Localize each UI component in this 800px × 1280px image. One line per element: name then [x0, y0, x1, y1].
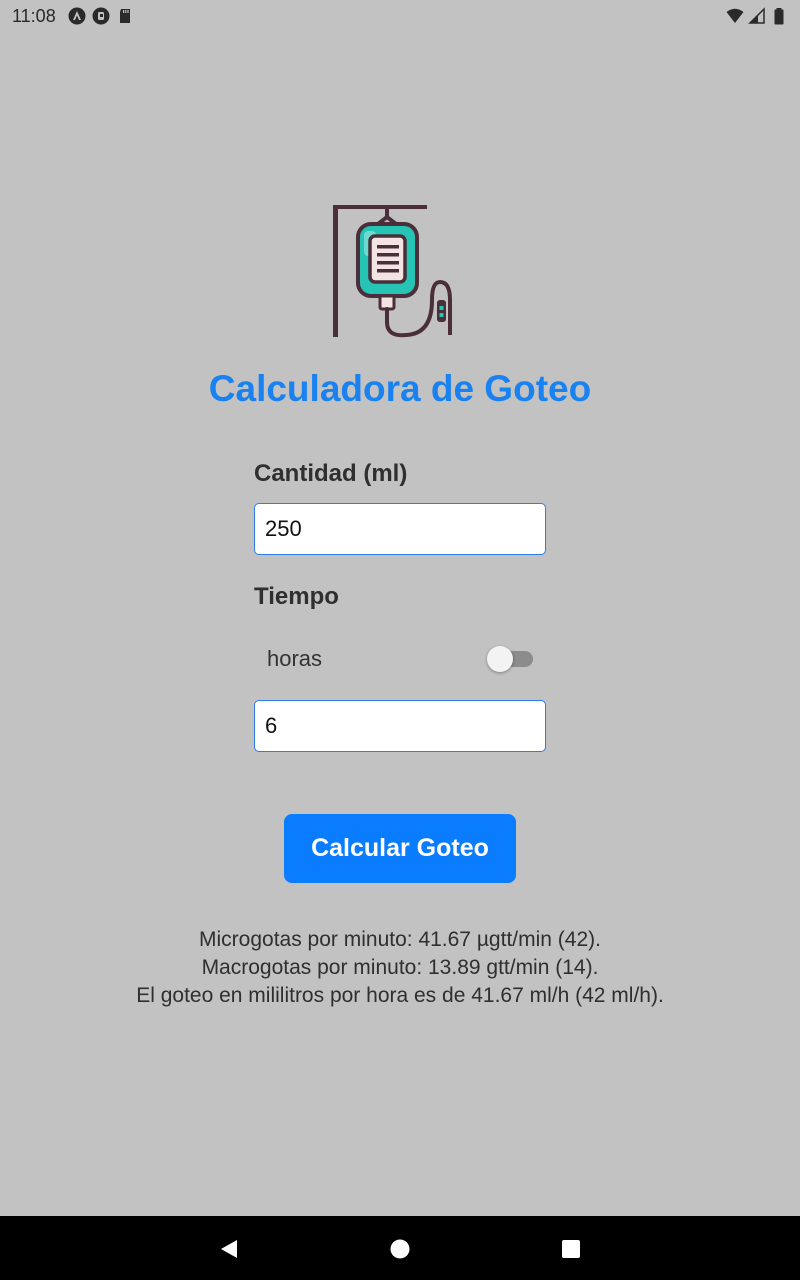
result-ml-per-hour: El goteo en mililitros por hora es de 41…: [136, 984, 664, 1007]
iv-drip-bag-icon: [326, 200, 472, 340]
navigation-bar: [0, 1216, 800, 1280]
tiempo-input[interactable]: [254, 700, 546, 752]
result-macrogotas: Macrogotas por minuto: 13.89 gtt/min (14…: [201, 956, 599, 979]
calcular-goteo-button[interactable]: Calcular Goteo: [284, 814, 516, 883]
app-title: Calculadora de Goteo: [208, 368, 592, 409]
tiempo-label: Tiempo: [254, 583, 339, 610]
cantidad-label: Cantidad (ml): [254, 460, 408, 487]
back-icon[interactable]: [218, 1238, 240, 1260]
sd-card-icon: [116, 7, 134, 25]
status-bar: 11:08: [0, 0, 800, 32]
toggle-thumb: [487, 646, 513, 672]
unit-toggle[interactable]: [487, 646, 535, 672]
status-notification-icons: [68, 7, 134, 25]
wifi-icon: [726, 7, 744, 25]
signal-icon: [748, 7, 766, 25]
battery-icon: [770, 7, 788, 25]
app-notification-icon: [92, 7, 110, 25]
status-time: 11:08: [12, 5, 56, 26]
recents-icon[interactable]: [560, 1238, 582, 1260]
android-auto-icon: [68, 7, 86, 25]
results: Microgotas por minuto: 41.67 µgtt/min (4…: [0, 926, 800, 1010]
unit-label: horas: [267, 646, 323, 671]
cantidad-input[interactable]: [254, 503, 546, 555]
result-microgotas: Microgotas por minuto: 41.67 µgtt/min (4…: [199, 928, 601, 951]
status-left: 11:08: [12, 6, 134, 27]
status-right: [726, 7, 788, 25]
home-icon[interactable]: [389, 1238, 411, 1260]
